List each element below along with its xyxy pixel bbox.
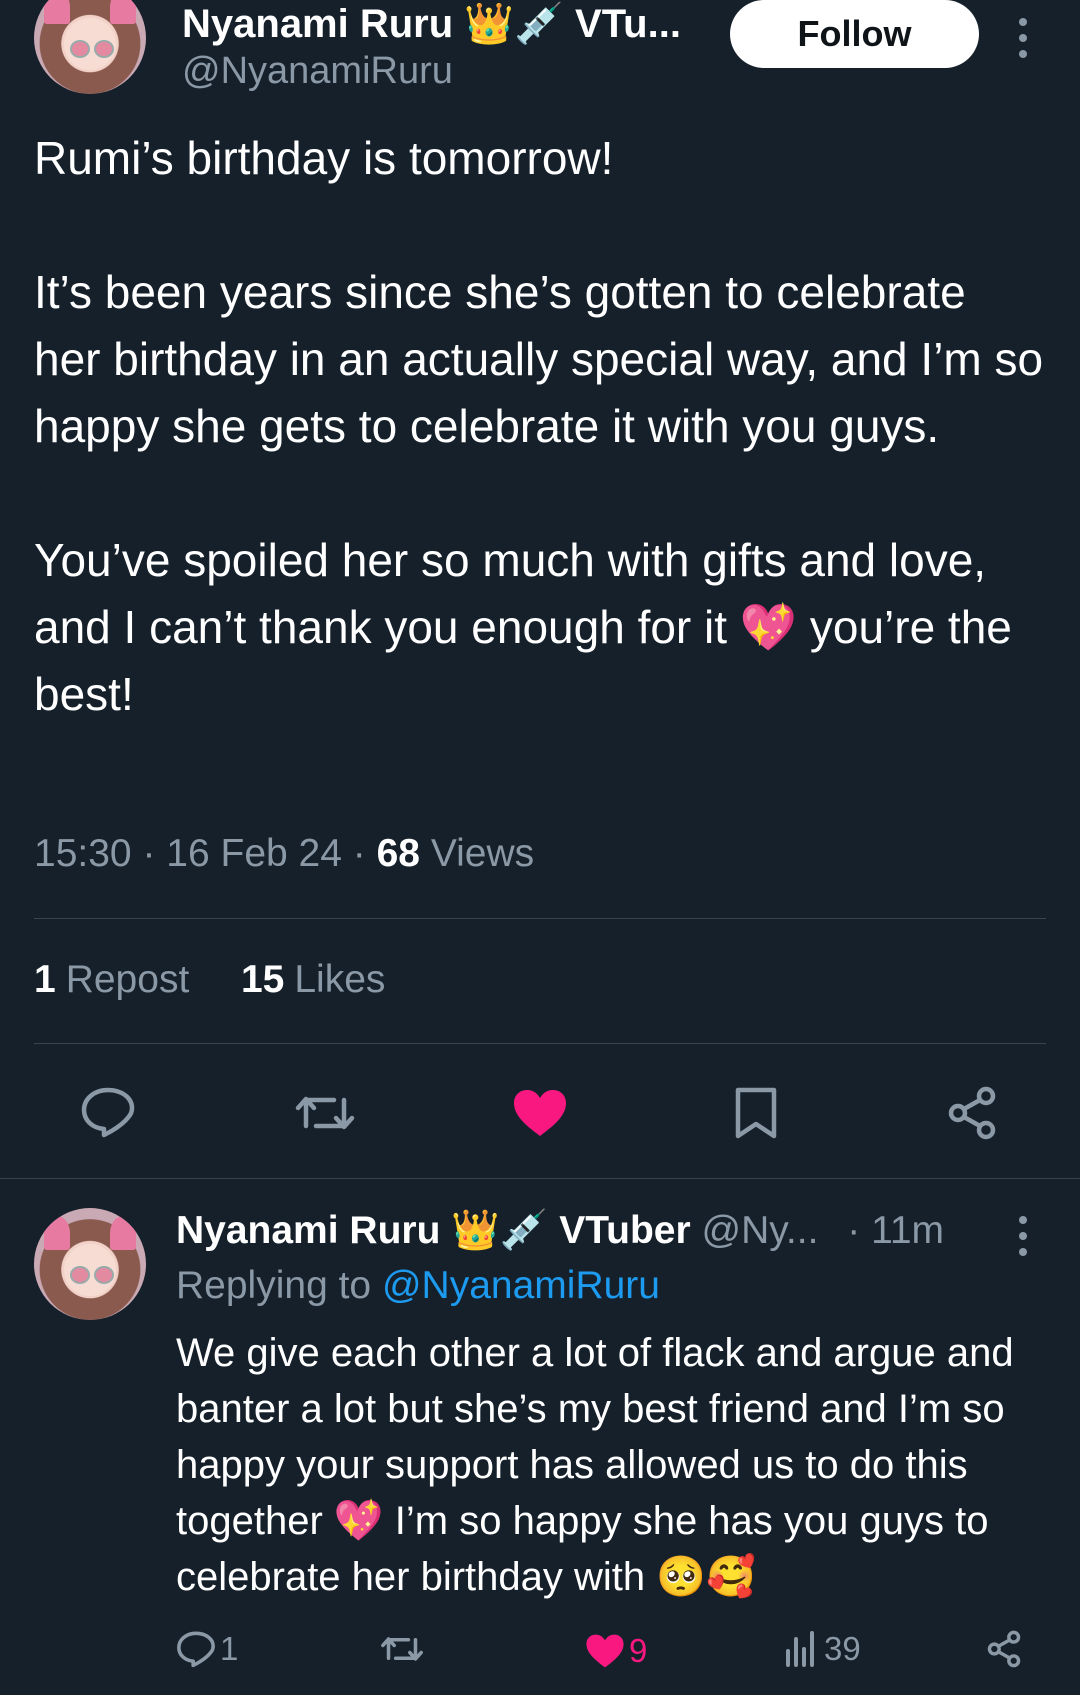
reply-reply-button[interactable]: 1 <box>176 1630 238 1668</box>
post-meta: 15:30 · 16 Feb 24 · 68 Views <box>34 832 535 875</box>
reply-views-count: 39 <box>824 1630 861 1667</box>
reply-reply-count: 1 <box>220 1630 239 1667</box>
reply-text: We give each other a lot of flack and ar… <box>176 1331 1014 1599</box>
reply-button[interactable] <box>80 1086 136 1138</box>
reply-author-avatar[interactable] <box>34 1208 146 1320</box>
like-button[interactable] <box>512 1088 568 1138</box>
reply-like-button[interactable]: 9 <box>585 1632 647 1670</box>
replying-to-prefix: Replying to <box>176 1264 372 1307</box>
share-button[interactable] <box>946 1086 998 1140</box>
reply-time[interactable]: · 11m <box>847 1209 944 1252</box>
heart-icon <box>586 1634 624 1668</box>
post-time[interactable]: 15:30 <box>34 832 132 875</box>
bookmark-button[interactable] <box>734 1086 778 1140</box>
reply-views-button[interactable]: 39 <box>784 1630 861 1668</box>
follow-button[interactable]: Follow <box>730 0 979 68</box>
post-text: Rumi’s birthday is tomorrow! It’s been y… <box>34 125 1044 795</box>
reply-repost-button[interactable] <box>380 1632 424 1666</box>
post-paragraph: It’s been years since she’s gotten to ce… <box>34 266 1044 452</box>
divider <box>34 1043 1046 1044</box>
views-label: Views <box>430 832 535 875</box>
reply-icon <box>177 1631 215 1668</box>
post-paragraph: Rumi’s birthday is tomorrow! <box>34 132 614 184</box>
reply-like-count: 9 <box>629 1632 648 1669</box>
reply-author-row[interactable]: Nyanami Ruru 👑💉 VTuber @Ny... · 11m <box>176 1207 944 1253</box>
more-options-icon[interactable] <box>1019 18 1029 66</box>
reply-author-name[interactable]: Nyanami Ruru <box>176 1209 440 1252</box>
reply-author-emoji: 👑💉 <box>451 1208 549 1253</box>
post-date[interactable]: 16 Feb 24 <box>166 832 342 875</box>
author-emoji: 👑💉 <box>464 1 564 47</box>
share-icon <box>987 1630 1021 1668</box>
repost-icon <box>295 1096 355 1130</box>
author-handle[interactable]: @NyanamiRuru <box>182 50 453 93</box>
author-name[interactable]: Nyanami Ruru <box>182 2 453 46</box>
reply-handle[interactable]: @Ny... <box>702 1209 819 1252</box>
post-paragraph: You’ve spoiled her so much with gifts an… <box>34 534 1012 720</box>
repost-button[interactable] <box>294 1090 356 1136</box>
post-stats: 1 Repost 15 Likes <box>34 958 385 1002</box>
replying-to: Replying to @NyanamiRuru <box>176 1264 660 1308</box>
thread-divider <box>0 1178 1080 1179</box>
author-name-row[interactable]: Nyanami Ruru 👑💉 VTu... <box>182 0 681 47</box>
bookmark-icon <box>735 1087 777 1139</box>
replying-to-handle[interactable]: @NyanamiRuru <box>382 1264 660 1307</box>
repost-icon <box>381 1637 423 1661</box>
share-icon <box>948 1086 996 1140</box>
author-avatar[interactable] <box>34 0 146 94</box>
divider <box>34 918 1046 919</box>
likes-stat[interactable]: 15 Likes <box>241 958 385 1001</box>
reply-share-button[interactable] <box>986 1630 1022 1668</box>
heart-icon <box>514 1090 566 1136</box>
reposts-stat[interactable]: 1 Repost <box>34 958 189 1001</box>
reply-author-suffix[interactable]: VTuber <box>559 1209 690 1252</box>
author-name-suffix[interactable]: VTu... <box>575 2 681 46</box>
reply-more-options-icon[interactable] <box>1019 1216 1029 1264</box>
reply-icon <box>81 1087 135 1138</box>
views-icon <box>786 1631 814 1667</box>
views-count: 68 <box>376 832 420 875</box>
